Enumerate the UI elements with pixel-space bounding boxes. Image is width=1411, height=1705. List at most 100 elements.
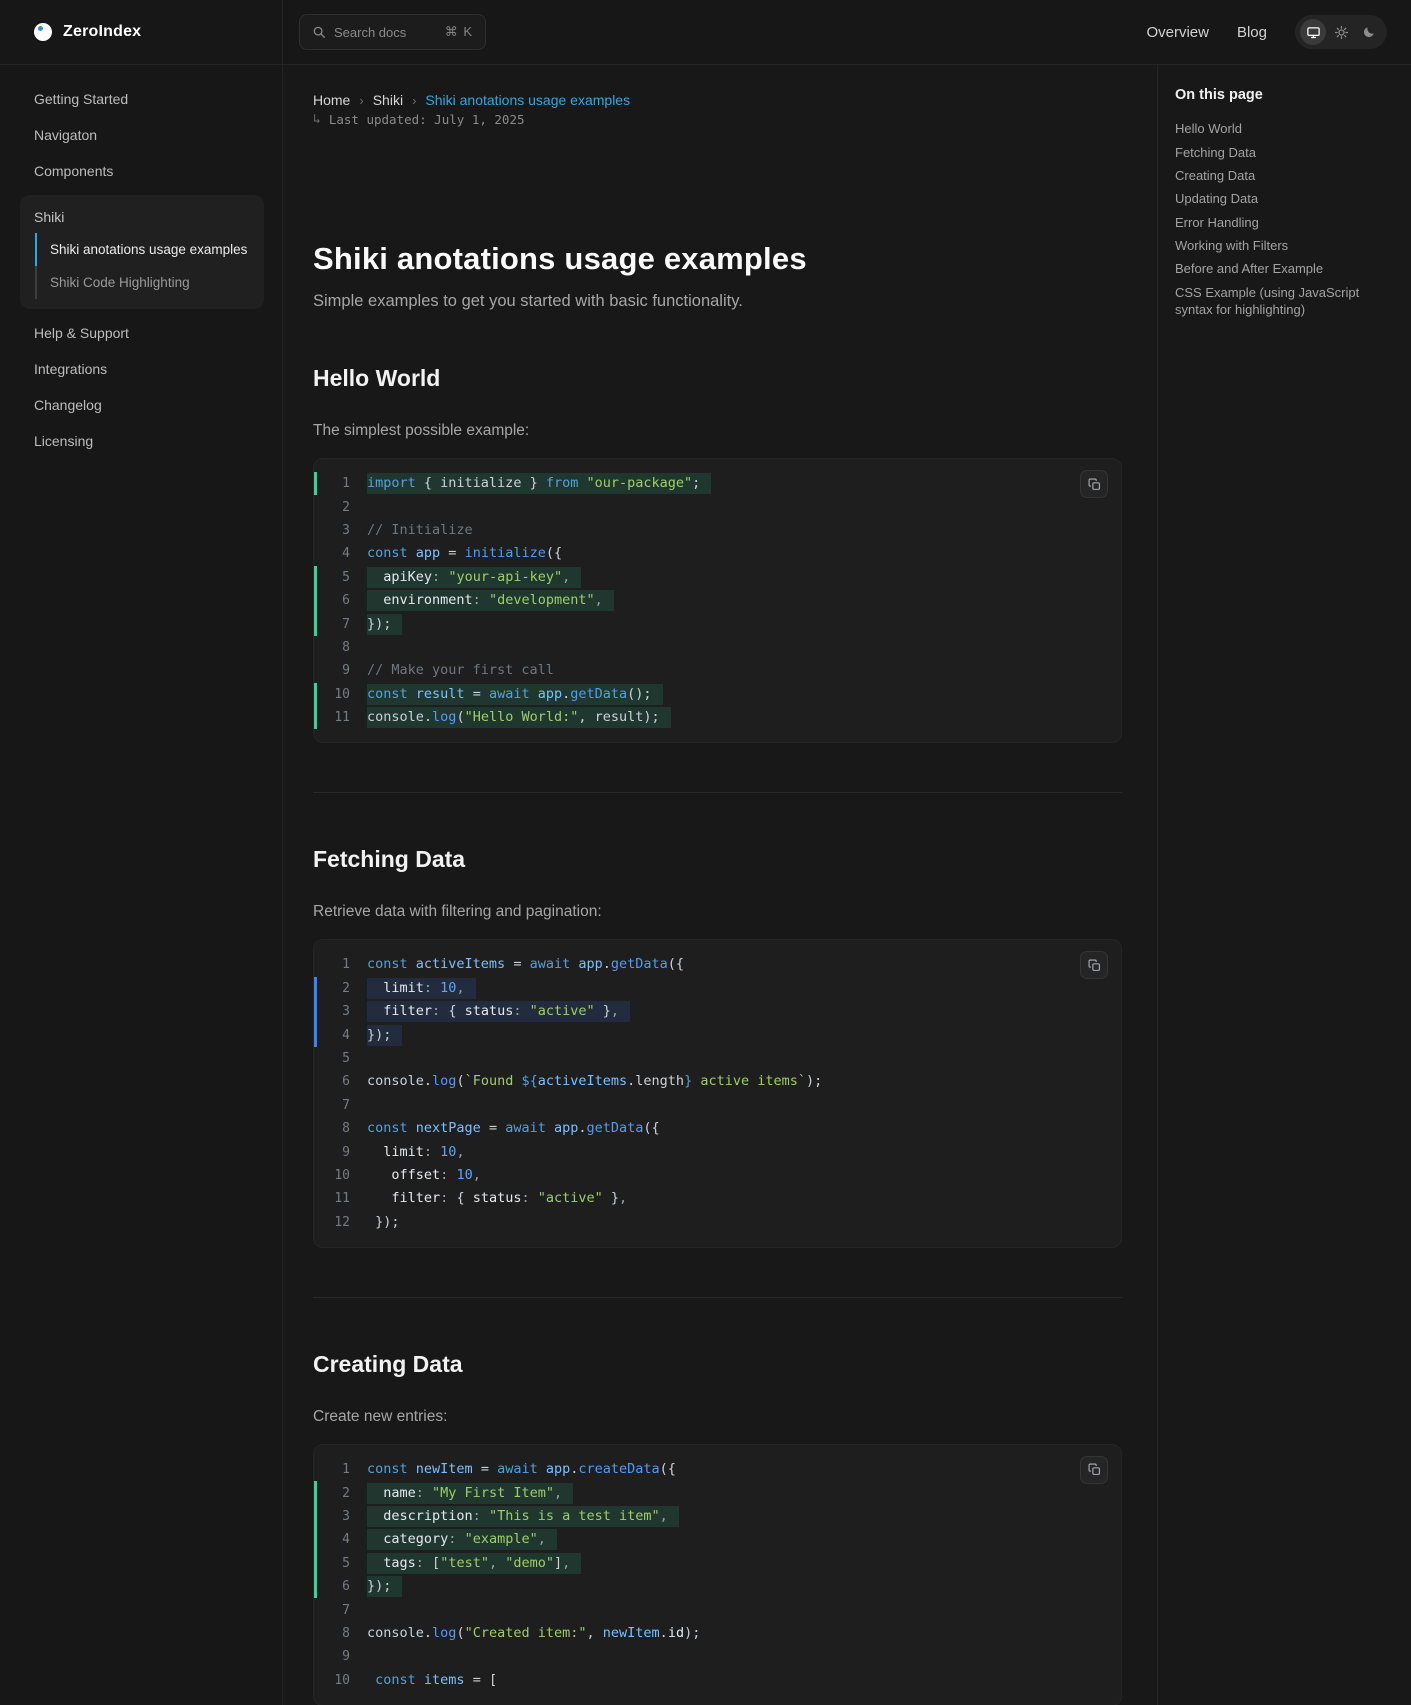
code-text: });	[367, 1212, 400, 1233]
toc-item[interactable]: Updating Data	[1175, 187, 1391, 210]
search-input[interactable]: Search docs ⌘ K	[299, 14, 486, 50]
token	[416, 1672, 424, 1688]
toc-item[interactable]: Error Handling	[1175, 211, 1391, 234]
moon-icon[interactable]	[1356, 19, 1382, 45]
breadcrumb-item[interactable]: Home	[313, 92, 350, 108]
breadcrumb-item[interactable]: Shiki anotations usage examples	[425, 92, 630, 108]
top-header: ZeroIndex Search docs ⌘ K Overview Blog	[0, 0, 1411, 65]
token: nextPage	[416, 1120, 481, 1136]
code-block: 1import { initialize } from "our-package…	[313, 458, 1122, 743]
toc-item[interactable]: CSS Example (using JavaScript syntax for…	[1175, 281, 1391, 321]
token: await	[505, 1120, 546, 1136]
sidebar-item-integrations[interactable]: Integrations	[0, 351, 282, 387]
toc-item[interactable]: Fetching Data	[1175, 140, 1391, 163]
code-line: 4const app = initialize({	[314, 542, 1121, 565]
sidebar-subitem[interactable]: Shiki anotations usage examples	[35, 233, 264, 266]
token: );	[643, 709, 659, 725]
line-number: 5	[317, 1051, 350, 1066]
token: {	[456, 1190, 472, 1206]
code-text: category: "example",	[367, 1529, 557, 1550]
token: ,	[595, 592, 603, 608]
token: tags	[383, 1555, 416, 1571]
page-title: Shiki anotations usage examples	[313, 239, 1122, 279]
token: app	[554, 1120, 578, 1136]
code-text: const items = [	[367, 1670, 497, 1691]
logo[interactable]: ZeroIndex	[0, 0, 283, 64]
last-updated-text: Last updated: July 1, 2025	[329, 112, 525, 127]
sidebar-item-licensing[interactable]: Licensing	[0, 423, 282, 459]
nav-link-blog[interactable]: Blog	[1237, 24, 1267, 41]
token: result	[595, 709, 644, 725]
toc-item[interactable]: Working with Filters	[1175, 234, 1391, 257]
copy-icon[interactable]	[1080, 470, 1108, 498]
toc-item[interactable]: Hello World	[1175, 117, 1391, 140]
token: (	[456, 1073, 464, 1089]
code-line: 1const activeItems = await app.getData({	[314, 953, 1121, 976]
token: console	[367, 1073, 424, 1089]
code-text: console.log("Hello World:", result);	[367, 707, 671, 728]
sidebar-item-components[interactable]: Components	[0, 153, 282, 189]
copy-icon[interactable]	[1080, 1456, 1108, 1484]
token: "active"	[538, 1190, 603, 1206]
token: limit	[383, 1144, 424, 1160]
token: await	[497, 1461, 538, 1477]
token: "our-package"	[586, 475, 692, 491]
sidebar-item-help-support[interactable]: Help & Support	[0, 315, 282, 351]
toc-item[interactable]: Before and After Example	[1175, 257, 1391, 280]
nav-link-overview[interactable]: Overview	[1146, 24, 1209, 41]
line-number: 4	[317, 1028, 350, 1043]
line-number: 3	[317, 1004, 350, 1019]
token: :	[424, 1144, 440, 1160]
token: status	[473, 1190, 522, 1206]
line-number: 9	[317, 1145, 350, 1160]
header-nav: Overview Blog	[1146, 24, 1267, 41]
token	[367, 980, 383, 996]
token	[367, 1144, 383, 1160]
token: ,	[489, 1555, 505, 1571]
sidebar-item-getting-started[interactable]: Getting Started	[0, 81, 282, 117]
line-number: 11	[317, 710, 350, 725]
token: ();	[627, 686, 651, 702]
code-line: 6console.log(`Found ${activeItems.length…	[314, 1070, 1121, 1093]
line-number: 4	[317, 1532, 350, 1547]
token: apiKey	[383, 569, 432, 585]
token: "demo"	[505, 1555, 554, 1571]
sidebar-item-shiki[interactable]: Shiki	[20, 199, 264, 233]
line-number: 1	[317, 1462, 350, 1477]
sidebar-item-changelog[interactable]: Changelog	[0, 387, 282, 423]
token: });	[367, 1578, 391, 1594]
token: =	[465, 686, 489, 702]
chevron-right-icon: ›	[359, 93, 363, 108]
token	[367, 1485, 383, 1501]
token: getData	[611, 956, 668, 972]
token: "My First Item"	[432, 1485, 554, 1501]
toc-item[interactable]: Creating Data	[1175, 164, 1391, 187]
token	[530, 686, 538, 702]
token: ${	[521, 1073, 537, 1089]
sun-icon[interactable]	[1328, 19, 1354, 45]
token: initialize	[465, 545, 546, 561]
code-line: 8const nextPage = await app.getData({	[314, 1117, 1121, 1140]
line-number: 8	[317, 640, 350, 655]
line-number: 3	[317, 523, 350, 538]
token: // Make your first call	[367, 662, 554, 678]
code-text: // Make your first call	[367, 660, 554, 681]
sidebar-subitem[interactable]: Shiki Code Highlighting	[35, 266, 264, 299]
token: ({	[668, 956, 684, 972]
token: "your-api-key"	[448, 569, 562, 585]
token: ,	[456, 1144, 464, 1160]
token: const	[367, 545, 408, 561]
token: =	[473, 1461, 497, 1477]
line-number: 7	[317, 1603, 350, 1618]
copy-icon[interactable]	[1080, 951, 1108, 979]
token: ,	[562, 569, 570, 585]
token: createData	[578, 1461, 659, 1477]
section-heading: Creating Data	[313, 1350, 1122, 1379]
breadcrumb-item[interactable]: Shiki	[373, 92, 403, 108]
sidebar-item-navigaton[interactable]: Navigaton	[0, 117, 282, 153]
section-intro: The simplest possible example:	[313, 421, 1122, 441]
token: const	[367, 686, 408, 702]
token: const	[367, 1461, 408, 1477]
token: const	[375, 1672, 416, 1688]
monitor-icon[interactable]	[1300, 19, 1326, 45]
